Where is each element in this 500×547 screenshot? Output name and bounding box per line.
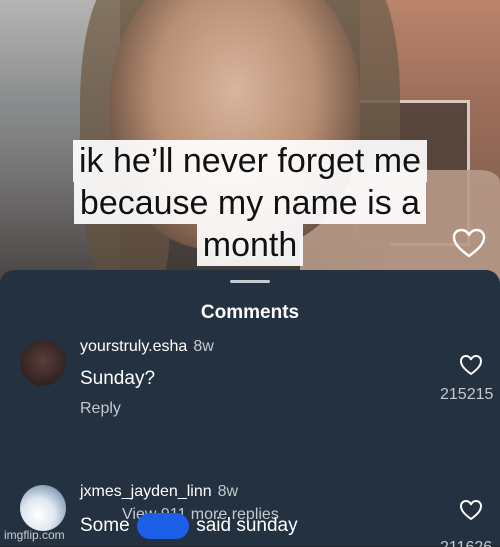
comment-time: 8w bbox=[193, 338, 214, 355]
comment-time: 8w bbox=[217, 483, 239, 500]
heart-outline-icon[interactable] bbox=[459, 499, 483, 521]
heart-outline-icon[interactable] bbox=[459, 354, 483, 376]
comment-username[interactable]: jxmes_jayden_linn bbox=[80, 483, 212, 500]
comment-username-row: jxmes_jayden_linn 8w bbox=[80, 483, 238, 501]
sheet-drag-handle[interactable] bbox=[230, 280, 270, 283]
comment-text-part: said sunday bbox=[196, 515, 298, 537]
video-player[interactable]: ik he’ll never forget me because my name… bbox=[0, 0, 500, 285]
comment-text-part: Some bbox=[80, 515, 130, 537]
video-caption: ik he’ll never forget me because my name… bbox=[0, 140, 500, 266]
heart-outline-icon[interactable] bbox=[452, 228, 486, 258]
comment-username-row: yourstruly.esha 8w bbox=[80, 338, 214, 356]
redaction-mark bbox=[136, 513, 189, 539]
comment-text: Sunday? bbox=[80, 368, 156, 389]
avatar[interactable] bbox=[20, 340, 66, 386]
caption-line: month bbox=[196, 224, 304, 266]
comments-sheet: Comments yourstruly.esha 8w Sunday? Reply… bbox=[0, 270, 500, 547]
avatar[interactable] bbox=[20, 485, 66, 531]
like-count: 211626 bbox=[440, 537, 492, 547]
imgflip-watermark: imgflip.com bbox=[4, 528, 65, 542]
comment-username[interactable]: yourstruly.esha bbox=[80, 338, 187, 355]
caption-line: because my name is a bbox=[73, 182, 427, 224]
caption-line: ik he’ll never forget me bbox=[72, 140, 428, 182]
reply-button[interactable]: Reply bbox=[80, 400, 121, 418]
comment-text: Some said sunday bbox=[80, 513, 298, 539]
like-count: 215215 bbox=[440, 386, 494, 403]
comments-title: Comments bbox=[200, 302, 300, 323]
